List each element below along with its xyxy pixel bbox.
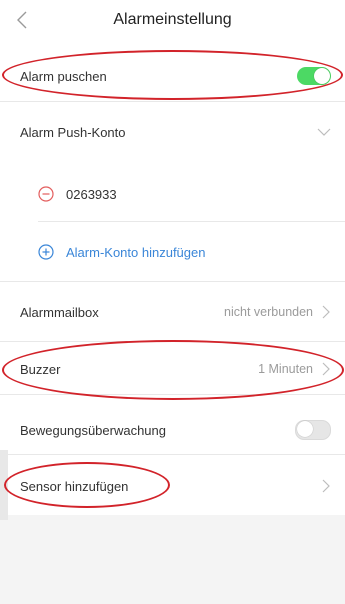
push-alarm-toggle[interactable] <box>297 67 331 85</box>
buzzer-row[interactable]: Buzzer 1 Minuten <box>0 347 345 391</box>
add-sensor-label: Sensor hinzufügen <box>20 478 129 494</box>
mailbox-status: nicht verbunden <box>224 305 313 319</box>
motion-row: Bewegungsüberwachung <box>0 408 345 452</box>
chevron-right-icon <box>322 362 330 376</box>
divider <box>0 281 345 282</box>
motion-label: Bewegungsüberwachung <box>20 422 166 438</box>
chevron-left-icon <box>17 11 27 29</box>
push-account-label: Alarm Push-Konto <box>20 124 126 140</box>
add-circle-icon <box>38 244 54 260</box>
add-sensor-row[interactable]: Sensor hinzufügen <box>0 464 345 508</box>
page-title: Alarmeinstellung <box>113 11 232 28</box>
push-alarm-row: Alarm puschen <box>0 56 345 96</box>
back-button[interactable] <box>10 6 34 34</box>
chevron-down-icon <box>317 128 331 136</box>
push-account-row[interactable]: Alarm Push-Konto <box>0 110 345 154</box>
remove-circle-icon[interactable] <box>38 186 54 202</box>
account-number: 0263933 <box>66 186 117 202</box>
header-bar: Alarmeinstellung <box>0 0 345 40</box>
divider <box>0 454 345 455</box>
toggle-knob <box>314 68 330 84</box>
add-account-label: Alarm-Konto hinzufügen <box>66 244 206 260</box>
mailbox-label: Alarmmailbox <box>20 304 99 320</box>
buzzer-label: Buzzer <box>20 361 61 377</box>
account-entry-row: 0263933 <box>0 172 345 216</box>
chevron-right-icon <box>322 479 330 493</box>
add-account-row[interactable]: Alarm-Konto hinzufügen <box>0 230 345 274</box>
chevron-right-icon <box>322 305 330 319</box>
divider <box>38 221 345 222</box>
push-alarm-label: Alarm puschen <box>20 68 107 84</box>
toggle-knob <box>297 421 313 437</box>
motion-toggle[interactable] <box>295 420 331 440</box>
side-strip <box>0 450 8 520</box>
settings-list: Alarm puschen Alarm Push-Konto 0263933 A… <box>0 40 345 515</box>
mailbox-row[interactable]: Alarmmailbox nicht verbunden <box>0 290 345 334</box>
buzzer-duration: 1 Minuten <box>258 362 313 376</box>
divider <box>0 101 345 102</box>
divider <box>0 394 345 395</box>
divider <box>0 341 345 342</box>
